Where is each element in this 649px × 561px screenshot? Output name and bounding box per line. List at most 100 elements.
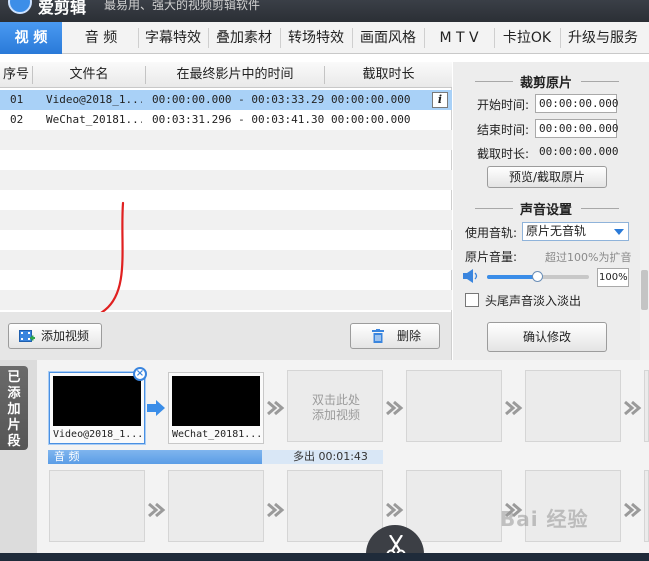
empty-row xyxy=(0,150,452,170)
trash-icon xyxy=(372,329,384,343)
clip-thumbnail xyxy=(53,376,141,426)
row-index: 01 xyxy=(10,93,24,106)
empty-row xyxy=(0,170,452,190)
row-duration: 00:00:00.000 xyxy=(331,113,411,126)
audio-track-select[interactable]: 原片无音轨 xyxy=(522,222,629,241)
remove-clip-close-icon[interactable]: × xyxy=(133,367,147,381)
tab-video[interactable]: 视 频 xyxy=(0,22,62,54)
section-divider xyxy=(475,208,513,209)
audio-track-label: 使用音轨: xyxy=(465,226,518,240)
title-bar: 爱剪辑 最易用、强大的视频剪辑软件 xyxy=(0,0,649,22)
table-row[interactable]: 02 WeChat_20181... 00:03:31.296 - 00:03:… xyxy=(0,110,452,130)
main-nav: 视 频 音 频 字幕特效 叠加素材 转场特效 画面风格 M T V 卡拉OK 升… xyxy=(0,22,649,54)
info-icon[interactable]: i xyxy=(432,92,448,108)
fade-label: 头尾声音淡入淡出 xyxy=(485,294,582,308)
settings-panel: 裁剪原片 开始时间: 00:00:00.000 结束时间: 00:00:00.0… xyxy=(453,62,649,360)
timeline-clip[interactable]: Video@2018_1... xyxy=(49,372,145,444)
audio-overflow-label: 多出 00:01:43 xyxy=(293,450,368,463)
tab-transition-effects[interactable]: 转场特效 xyxy=(281,22,351,54)
app-name: 爱剪辑 xyxy=(38,0,87,17)
volume-value-field[interactable]: 100% xyxy=(597,268,629,287)
clip-thumbnail xyxy=(172,376,260,426)
chevron-right-icon xyxy=(267,502,285,518)
end-time-field[interactable]: 00:00:00.000 xyxy=(535,119,618,138)
tab-picture-style[interactable]: 画面风格 xyxy=(353,22,423,54)
empty-clip-slot[interactable] xyxy=(49,470,145,542)
vertical-scrollbar[interactable] xyxy=(640,240,649,360)
row-time-range: 00:03:31.296 - 00:03:41.302 xyxy=(152,113,324,126)
row-filename: WeChat_20181... xyxy=(46,113,142,126)
empty-clip-slot[interactable] xyxy=(406,470,502,542)
add-video-button[interactable]: 添加视频 xyxy=(8,323,102,349)
chevron-right-icon xyxy=(624,400,642,416)
tab-audio[interactable]: 音 频 xyxy=(66,22,136,54)
volume-hint: 超过100%为扩音 xyxy=(545,251,632,264)
chevron-right-icon xyxy=(267,400,285,416)
baidu-jingyan-watermark: Bai 经验 xyxy=(500,507,589,531)
clip-caption: WeChat_20181... xyxy=(172,429,263,440)
empty-clip-slot[interactable] xyxy=(168,470,264,542)
audio-track-fill xyxy=(48,450,263,464)
empty-clip-slot[interactable] xyxy=(287,470,383,542)
arrow-right-icon xyxy=(147,400,165,416)
row-time-range: 00:00:00.000 - 00:03:33.296 xyxy=(152,93,324,106)
tab-mtv[interactable]: M T V xyxy=(425,22,493,54)
volume-slider-fill xyxy=(487,275,538,279)
os-taskbar xyxy=(0,553,649,561)
chevron-right-icon xyxy=(148,502,166,518)
section-divider xyxy=(475,81,513,82)
audio-track-value: 原片无音轨 xyxy=(526,224,587,238)
empty-clip-slot[interactable] xyxy=(525,370,621,442)
file-list-toolbar: 添加视频 删除 xyxy=(0,312,452,360)
audio-track-bar[interactable]: 音 频 多出 00:01:43 xyxy=(48,450,383,464)
fade-checkbox[interactable] xyxy=(465,293,479,307)
added-clips-label: 已添加片段 xyxy=(7,370,21,449)
speaker-icon[interactable] xyxy=(463,269,481,283)
tab-upgrade-service[interactable]: 升级与服务 xyxy=(561,22,645,54)
start-time-label: 开始时间: xyxy=(477,98,530,112)
tab-overlay-material[interactable]: 叠加素材 xyxy=(209,22,279,54)
trim-duration-value: 00:00:00.000 xyxy=(539,145,619,158)
empty-clip-slot[interactable] xyxy=(644,370,649,442)
add-video-label: 添加视频 xyxy=(41,329,90,343)
empty-row xyxy=(0,130,452,150)
scrollbar-thumb[interactable] xyxy=(641,270,648,310)
delete-label: 删除 xyxy=(397,329,422,343)
start-time-field[interactable]: 00:00:00.000 xyxy=(535,94,618,113)
audio-section-title: 声音设置 xyxy=(453,199,639,218)
confirm-changes-button[interactable]: 确认修改 xyxy=(487,322,607,352)
empty-clip-slot[interactable] xyxy=(406,370,502,442)
trim-section-title: 裁剪原片 xyxy=(453,72,639,91)
delete-button[interactable]: 删除 xyxy=(350,323,440,349)
chevron-right-icon xyxy=(386,400,404,416)
add-video-slot-hint: 双击此处 添加视频 xyxy=(311,393,360,422)
volume-slider-handle[interactable] xyxy=(532,271,543,282)
timeline-clip[interactable]: WeChat_20181... xyxy=(168,372,264,444)
column-header-duration[interactable]: 截取时长 xyxy=(325,62,452,88)
tab-subtitle-effects[interactable]: 字幕特效 xyxy=(139,22,207,54)
column-header-filename[interactable]: 文件名 xyxy=(33,62,145,88)
trim-duration-label: 截取时长: xyxy=(477,147,530,161)
audio-track-label: 音 频 xyxy=(54,450,80,463)
empty-clip-slot[interactable] xyxy=(644,470,649,542)
table-header: 序号 文件名 在最终影片中的时间 截取时长 xyxy=(0,62,452,88)
row-duration: 00:00:00.000 xyxy=(331,93,411,106)
app-slogan: 最易用、强大的视频剪辑软件 xyxy=(104,0,261,12)
row-index: 02 xyxy=(10,113,24,126)
film-add-icon xyxy=(19,330,35,342)
added-clips-tab[interactable]: 已添加片段 xyxy=(0,366,28,450)
chevron-down-icon xyxy=(614,229,624,235)
end-time-label: 结束时间: xyxy=(477,123,530,137)
tab-karaoke[interactable]: 卡拉OK xyxy=(495,22,559,54)
column-header-index[interactable]: 序号 xyxy=(0,62,32,88)
column-header-time[interactable]: 在最终影片中的时间 xyxy=(146,62,324,88)
row-filename: Video@2018_1... xyxy=(46,93,142,106)
app-logo-icon xyxy=(8,0,32,14)
preview-cut-button[interactable]: 预览/截取原片 xyxy=(487,166,607,188)
table-row[interactable]: 01 Video@2018_1... 00:00:00.000 - 00:03:… xyxy=(0,90,452,110)
chevron-right-icon xyxy=(505,400,523,416)
chevron-right-icon xyxy=(386,502,404,518)
volume-label: 原片音量: xyxy=(465,250,518,264)
add-video-slot[interactable]: 双击此处 添加视频 xyxy=(287,370,383,442)
section-divider xyxy=(581,208,619,209)
